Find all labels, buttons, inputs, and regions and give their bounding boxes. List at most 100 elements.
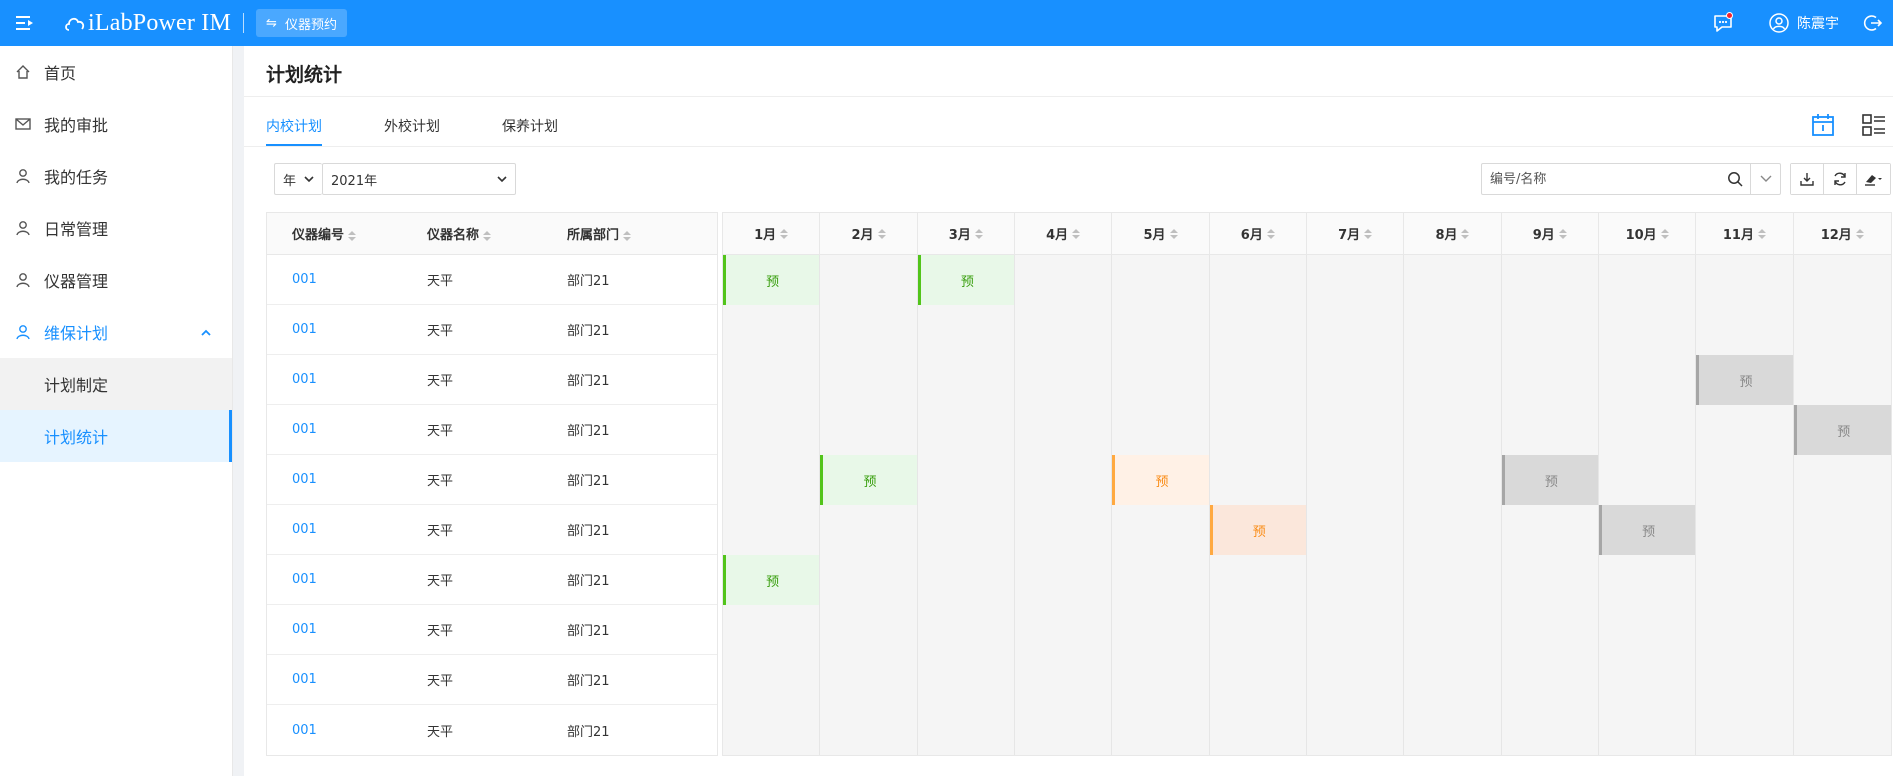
header-label: 仪器名称 [427, 228, 480, 243]
header-instrument-name[interactable]: 仪器名称 [402, 224, 537, 243]
month-header[interactable]: 12月 [1794, 213, 1891, 254]
year-select[interactable]: 2021年 [322, 163, 516, 195]
instrument-booking-nav[interactable]: ⇋ 仪器预约 [256, 9, 347, 37]
user-icon [14, 167, 32, 185]
month-label: 8月 [1435, 228, 1458, 243]
sidebar-item-label: 日常管理 [44, 220, 109, 239]
month-header[interactable]: 8月 [1404, 213, 1502, 254]
app-logo[interactable]: iLabPower IM [50, 0, 231, 46]
search-dropdown-button[interactable] [1750, 164, 1780, 194]
table-row: 001 天平 部门21 [267, 605, 717, 655]
instrument-id-link[interactable]: 001 [267, 522, 402, 537]
sort-icon [877, 228, 886, 239]
sort-icon [1660, 228, 1669, 239]
header-department[interactable]: 所属部门 [537, 224, 717, 243]
instrument-id-link[interactable]: 001 [267, 422, 402, 437]
instrument-name: 天平 [427, 524, 454, 539]
month-header[interactable]: 2月 [820, 213, 918, 254]
plan-marker[interactable]: 预 [1112, 455, 1210, 505]
calendar-cell [1501, 355, 1599, 405]
department-name: 部门21 [567, 724, 610, 740]
plan-marker[interactable]: 预 [1209, 505, 1307, 555]
month-label: 4月 [1046, 228, 1069, 243]
instrument-id-link[interactable]: 001 [267, 472, 402, 487]
month-header[interactable]: 7月 [1307, 213, 1405, 254]
calendar-cell [723, 355, 821, 405]
calendar-cell [1112, 305, 1210, 355]
sidebar-subitem-plan-create[interactable]: 计划制定 [0, 358, 232, 410]
calendar-row [723, 305, 1891, 355]
month-header[interactable]: 9月 [1502, 213, 1599, 254]
tab-maintenance[interactable]: 保养计划 [502, 106, 558, 146]
month-header[interactable]: 6月 [1210, 213, 1307, 254]
logout-button[interactable] [1853, 0, 1893, 46]
sidebar-item-tasks[interactable]: 我的任务 [0, 150, 232, 202]
toolbar [1790, 163, 1891, 195]
instrument-table: 仪器编号 仪器名称 所属部门 001 天平 部门21 001 天平 部门21 001 天平 部门… [266, 212, 718, 756]
header-instrument-id[interactable]: 仪器编号 [267, 224, 402, 243]
period-unit-select[interactable]: 年 [274, 163, 322, 195]
messages-button[interactable] [1703, 0, 1743, 46]
instrument-id-link[interactable]: 001 [267, 372, 402, 387]
instrument-id-link[interactable]: 001 [267, 672, 402, 687]
tab-internal-calibration[interactable]: 内校计划 [266, 106, 322, 146]
search-input[interactable] [1482, 164, 1721, 194]
sidebar-item-maintenance[interactable]: 维保计划 [0, 306, 232, 358]
calendar-header: 1月 2月 3月 4月 5月 6月 7月 8月 9月 10月 11月 12月 [723, 213, 1891, 255]
list-view-button[interactable] [1861, 112, 1887, 138]
plan-marker[interactable]: 预 [917, 255, 1016, 305]
sidebar-item-daily[interactable]: 日常管理 [0, 202, 232, 254]
tab-external-calibration[interactable]: 外校计划 [384, 106, 440, 146]
instrument-id-link[interactable]: 001 [267, 322, 402, 337]
instrument-id-link[interactable]: 001 [267, 572, 402, 587]
calendar-cell [1112, 355, 1210, 405]
menu-toggle-button[interactable] [0, 0, 50, 46]
calendar-cell [820, 605, 918, 655]
avatar-icon [1769, 13, 1789, 33]
month-header[interactable]: 1月 [723, 213, 821, 254]
plan-marker[interactable]: 预 [820, 455, 918, 505]
plan-marker[interactable]: 预 [1793, 405, 1891, 455]
sidebar-subitem-plan-stats[interactable]: 计划统计 [0, 410, 232, 462]
sort-icon [974, 228, 983, 239]
column-settings-button[interactable] [1857, 164, 1890, 194]
sort-icon [1461, 228, 1470, 239]
calendar-cell [1306, 555, 1405, 605]
calendar-cell [917, 305, 1015, 355]
calendar-icon [1812, 114, 1834, 136]
user-menu[interactable]: 陈震宇 [1769, 13, 1839, 33]
calendar-cell [917, 555, 1015, 605]
calendar-cell [1501, 505, 1599, 555]
sidebar-item-label: 仪器管理 [44, 272, 109, 291]
calendar-cell [1599, 455, 1697, 505]
plan-marker[interactable]: 预 [723, 255, 821, 305]
plan-marker[interactable]: 预 [1696, 355, 1794, 405]
instrument-id-link[interactable]: 001 [267, 272, 402, 287]
sidebar-item-instruments[interactable]: 仪器管理 [0, 254, 232, 306]
instrument-id-link[interactable]: 001 [267, 622, 402, 637]
calendar-cell [1014, 705, 1113, 755]
sidebar-item-approvals[interactable]: 我的审批 [0, 98, 232, 150]
calendar-cell [1209, 305, 1307, 355]
chevron-down-icon [1760, 175, 1772, 182]
sidebar-item-label: 我的任务 [44, 168, 109, 187]
export-button[interactable] [1791, 164, 1824, 194]
sidebar-item-home[interactable]: 首页 [0, 46, 232, 98]
plan-marker[interactable]: 预 [1598, 505, 1697, 555]
calendar-view-button[interactable] [1810, 112, 1836, 138]
month-header[interactable]: 4月 [1015, 213, 1113, 254]
instrument-id-link[interactable]: 001 [267, 723, 402, 738]
month-header[interactable]: 5月 [1112, 213, 1210, 254]
search-box [1481, 163, 1781, 195]
search-button[interactable] [1720, 164, 1750, 194]
plan-marker[interactable]: 预 [723, 555, 821, 605]
chevron-down-icon [304, 176, 314, 183]
calendar-cell [1696, 705, 1794, 755]
calendar-cell [917, 605, 1015, 655]
month-header[interactable]: 10月 [1599, 213, 1697, 254]
refresh-button[interactable] [1824, 164, 1857, 194]
month-header[interactable]: 3月 [918, 213, 1015, 254]
plan-marker[interactable]: 预 [1501, 455, 1599, 505]
month-header[interactable]: 11月 [1696, 213, 1794, 254]
department-name: 部门21 [567, 524, 610, 539]
